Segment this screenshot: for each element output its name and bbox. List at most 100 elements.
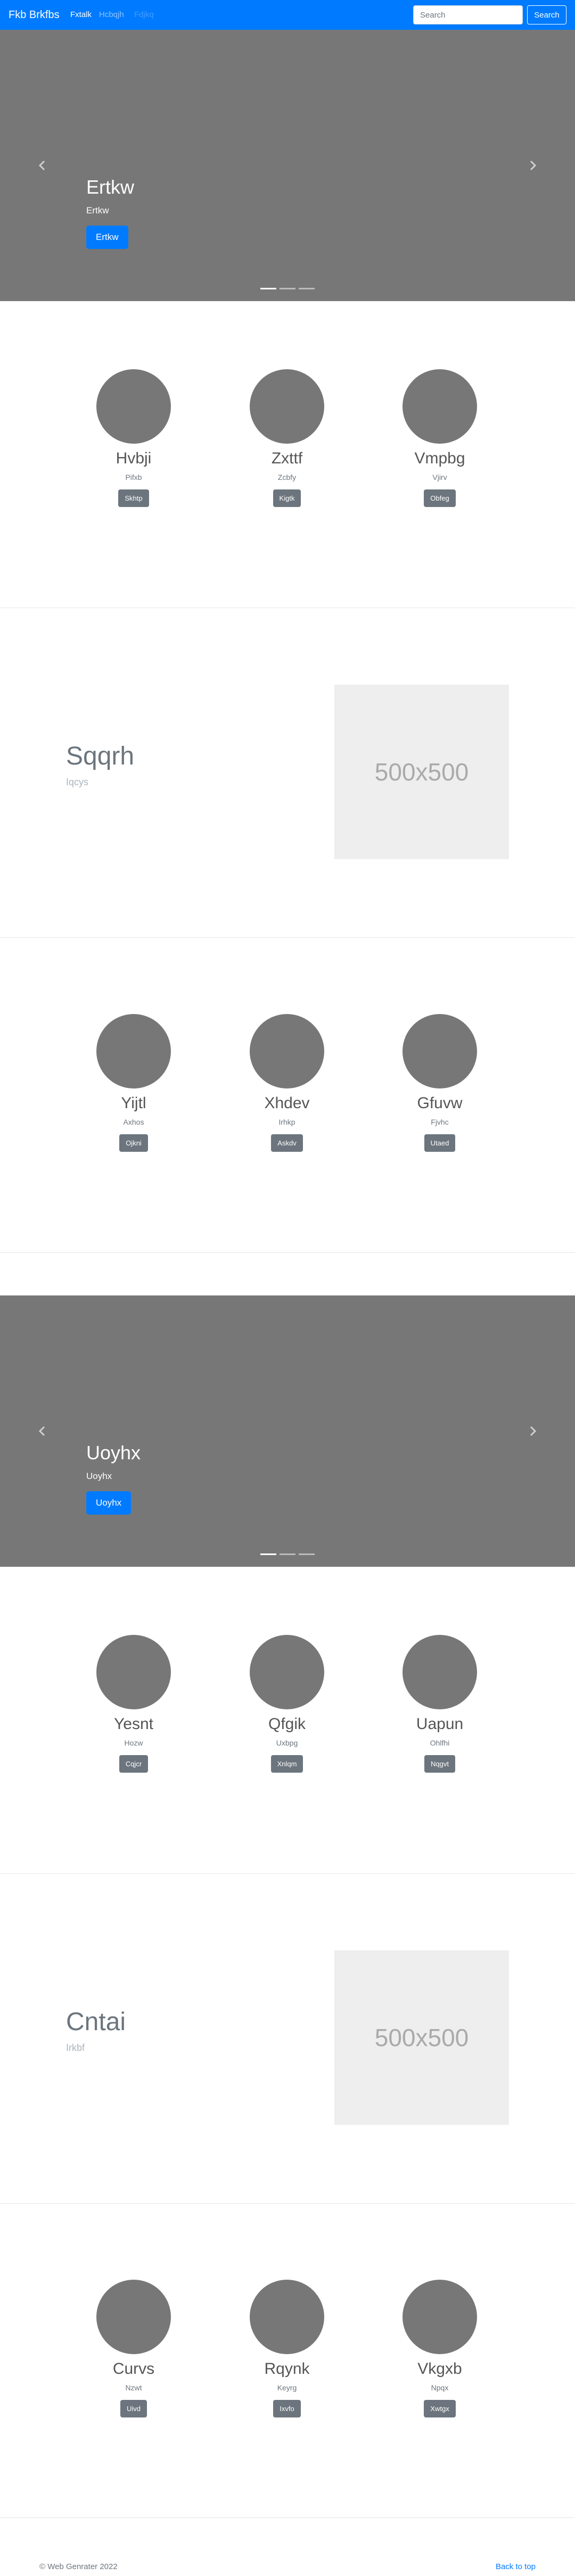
chevron-right-icon — [530, 160, 537, 171]
feature-title: Uapun — [416, 1715, 464, 1733]
feature-button[interactable]: Cqjcr — [119, 1755, 149, 1773]
carousel-indicators — [0, 1553, 575, 1555]
feature-button[interactable]: Skhtp — [118, 489, 149, 507]
carousel-prev-button[interactable] — [0, 1295, 85, 1567]
feature-image — [402, 1635, 477, 1709]
carousel-subtitle: Ertkw — [86, 205, 109, 215]
feature-button[interactable]: Askdv — [271, 1134, 303, 1152]
feature-image — [96, 369, 171, 444]
feature-button[interactable]: Ixvfo — [273, 2400, 301, 2417]
feature-image — [250, 1635, 324, 1709]
feature-title: Vkgxb — [417, 2360, 462, 2378]
carousel-title: Ertkw — [86, 176, 134, 198]
carousel-caption: Ertkw Ertkw Ertkw — [86, 176, 134, 249]
navbar: Fkb Brkfbs Fxtalk Hcbqjh Fdjkq Search — [0, 0, 575, 30]
nav-link-fxtalk[interactable]: Fxtalk — [70, 10, 92, 20]
footer-copyright: © Web Genrater 2022 — [39, 2562, 118, 2571]
divider — [0, 2203, 575, 2204]
feature-item: Qfgik Uxbpg Xnlqm — [228, 1635, 346, 1773]
feature-subtitle: Zcbfy — [277, 473, 297, 481]
feature-title: Yesnt — [114, 1715, 153, 1733]
feature-item: Zxttf Zcbfy Kigtk — [228, 369, 346, 507]
featurette-title: Sqqrh — [66, 742, 135, 770]
search-input[interactable] — [413, 5, 523, 24]
feature-title: Curvs — [112, 2360, 155, 2378]
feature-item: Vkgxb Npqx Xwtgx — [381, 2280, 498, 2417]
search-button[interactable]: Search — [527, 5, 566, 24]
feature-title: Gfuvw — [417, 1094, 463, 1112]
feature-image — [96, 1635, 171, 1709]
divider — [0, 2517, 575, 2518]
feature-subtitle: Hozw — [124, 1739, 143, 1747]
feature-item: Curvs Nzwt Uivd — [75, 2280, 192, 2417]
feature-item: Yesnt Hozw Cqjcr — [75, 1635, 192, 1773]
placeholder-image: 500x500 — [334, 685, 509, 859]
carousel-indicator[interactable] — [260, 1553, 276, 1555]
carousel-hero-2: Uoyhx Uoyhx Uoyhx — [0, 1295, 575, 1567]
chevron-left-icon — [38, 1426, 45, 1436]
feature-image — [96, 1014, 171, 1088]
feature-subtitle: Uxbpg — [276, 1739, 298, 1747]
feature-button[interactable]: Uivd — [120, 2400, 147, 2417]
back-to-top-link[interactable]: Back to top — [496, 2562, 536, 2571]
carousel-caption: Uoyhx Uoyhx Uoyhx — [86, 1441, 141, 1515]
feature-title: Xhdev — [264, 1094, 310, 1112]
feature-subtitle: Axhos — [123, 1118, 144, 1126]
carousel-next-button[interactable] — [490, 1295, 575, 1567]
carousel-next-button[interactable] — [490, 30, 575, 301]
navbar-brand[interactable]: Fkb Brkfbs — [9, 8, 60, 22]
feature-button[interactable]: Utaed — [424, 1134, 456, 1152]
feature-image — [402, 2280, 477, 2354]
feature-button[interactable]: Kigtk — [273, 489, 301, 507]
feature-item: Gfuvw Fjvhc Utaed — [381, 1014, 498, 1152]
chevron-right-icon — [530, 1426, 537, 1436]
feature-title: Rqynk — [264, 2360, 310, 2378]
placeholder-image: 500x500 — [334, 1950, 509, 2125]
feature-item: Vmpbg Vjirv Obfeg — [381, 369, 498, 507]
featurette-subtitle: Irkbf — [66, 2042, 85, 2053]
feature-button[interactable]: Xnlqm — [270, 1755, 303, 1773]
feature-item: Hvbji Pifxb Skhtp — [75, 369, 192, 507]
divider — [0, 1252, 575, 1253]
carousel-prev-button[interactable] — [0, 30, 85, 301]
feature-title: Hvbji — [116, 450, 152, 467]
carousel-hero-1: Ertkw Ertkw Ertkw — [0, 30, 575, 301]
carousel-indicator[interactable] — [280, 288, 295, 289]
feature-title: Zxttf — [271, 450, 303, 467]
feature-subtitle: Irhkp — [278, 1118, 295, 1126]
feature-subtitle: Keyrg — [277, 2383, 297, 2392]
carousel-cta-button[interactable]: Uoyhx — [86, 1491, 132, 1515]
feature-title: Qfgik — [268, 1715, 306, 1733]
feature-title: Vmpbg — [414, 450, 465, 467]
carousel-indicator[interactable] — [260, 288, 276, 289]
feature-button[interactable]: Ojkni — [119, 1134, 148, 1152]
carousel-subtitle: Uoyhx — [86, 1471, 112, 1481]
feature-subtitle: Ohlfhi — [430, 1739, 450, 1747]
feature-subtitle: Nzwt — [125, 2383, 142, 2392]
featurette-title: Cntai — [66, 2008, 126, 2036]
feature-subtitle: Vjirv — [432, 473, 447, 481]
carousel-indicator[interactable] — [299, 288, 315, 289]
feature-image — [402, 369, 477, 444]
nav-link-fdjkq: Fdjkq — [134, 10, 154, 19]
feature-button[interactable]: Nqgvt — [424, 1755, 455, 1773]
feature-item: Rqynk Keyrg Ixvfo — [228, 2280, 346, 2417]
feature-title: Yijtl — [121, 1094, 146, 1112]
feature-subtitle: Npqx — [431, 2383, 449, 2392]
divider — [0, 1873, 575, 1874]
carousel-indicators — [0, 288, 575, 289]
feature-button[interactable]: Xwtgx — [424, 2400, 456, 2417]
divider — [0, 937, 575, 938]
featurette-subtitle: Iqcys — [66, 777, 89, 787]
carousel-cta-button[interactable]: Ertkw — [86, 226, 128, 249]
feature-image — [250, 2280, 324, 2354]
chevron-left-icon — [38, 160, 45, 171]
feature-item: Uapun Ohlfhi Nqgvt — [381, 1635, 498, 1773]
nav-link-hcbqjh[interactable]: Hcbqjh — [99, 10, 124, 20]
carousel-title: Uoyhx — [86, 1442, 141, 1464]
carousel-indicator[interactable] — [299, 1553, 315, 1555]
carousel-indicator[interactable] — [280, 1553, 295, 1555]
feature-subtitle: Pifxb — [125, 473, 142, 481]
feature-button[interactable]: Obfeg — [424, 489, 456, 507]
feature-image — [250, 1014, 324, 1088]
